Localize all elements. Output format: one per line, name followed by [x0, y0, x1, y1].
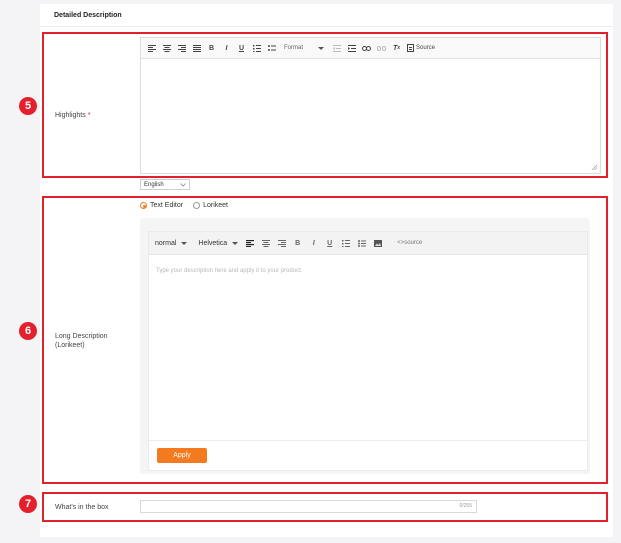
- editor-mode-selector: Text Editor Lorikeet: [140, 202, 228, 209]
- align-right-icon[interactable]: [277, 239, 286, 248]
- bold-icon[interactable]: B: [207, 44, 216, 53]
- long-description-label: Long Description (Lorikeet): [55, 333, 108, 349]
- language-select[interactable]: English: [140, 179, 190, 190]
- italic-icon[interactable]: I: [309, 239, 318, 248]
- source-toggle[interactable]: <>source: [397, 240, 422, 246]
- align-left-icon[interactable]: [245, 239, 254, 248]
- whats-in-box-input[interactable]: 0/255: [140, 500, 477, 513]
- image-icon[interactable]: [373, 239, 382, 248]
- size-select[interactable]: normal: [155, 239, 188, 247]
- source-label: Source: [416, 45, 436, 51]
- format-select-label: Format: [284, 45, 304, 51]
- radio-unchecked-icon: [193, 202, 201, 209]
- font-select[interactable]: Helvetica: [198, 239, 239, 247]
- language-value: English: [144, 181, 164, 188]
- highlights-label-text: Highlights: [55, 112, 86, 119]
- highlights-toolbar: B I U Format Tx Source: [141, 38, 600, 59]
- bullet-list-icon[interactable]: [357, 239, 366, 248]
- align-center-icon[interactable]: [162, 44, 171, 53]
- lorikeet-editor[interactable]: normal Helvetica B I U <>source Type you…: [148, 231, 588, 471]
- required-mark: *: [87, 112, 91, 119]
- numbered-list-icon[interactable]: [252, 44, 261, 53]
- align-left-icon[interactable]: [147, 44, 156, 53]
- bullet-list-icon[interactable]: [267, 44, 276, 53]
- numbered-list-icon[interactable]: [341, 239, 350, 248]
- chevron-down-icon: [180, 182, 186, 187]
- apply-button[interactable]: Apply: [157, 448, 207, 463]
- whats-in-box-label: What's in the box: [55, 504, 109, 511]
- italic-icon[interactable]: I: [222, 44, 231, 53]
- radio-lorikeet-label: Lorikeet: [203, 202, 228, 209]
- underline-icon[interactable]: U: [325, 239, 334, 248]
- chevron-down-icon: [181, 241, 188, 245]
- radio-text-editor-label: Text Editor: [150, 202, 184, 209]
- align-justify-icon[interactable]: [192, 44, 201, 53]
- step-badge-6: 6: [19, 322, 37, 340]
- section-title: Detailed Description: [54, 12, 122, 19]
- chevron-down-icon: [318, 47, 324, 50]
- bold-icon[interactable]: B: [293, 239, 302, 248]
- font-select-value: Helvetica: [198, 239, 228, 247]
- radio-lorikeet[interactable]: Lorikeet: [193, 202, 228, 209]
- char-counter: 0/255: [459, 503, 472, 509]
- editor-footer-divider: [149, 440, 587, 441]
- format-select[interactable]: Format: [282, 45, 326, 51]
- lorikeet-toolbar: normal Helvetica B I U <>source: [149, 232, 587, 255]
- radio-text-editor[interactable]: Text Editor: [140, 202, 183, 209]
- source-button[interactable]: Source: [407, 44, 435, 52]
- underline-icon[interactable]: U: [237, 44, 246, 53]
- indent-icon[interactable]: [347, 44, 356, 53]
- size-select-value: normal: [155, 239, 177, 247]
- radio-checked-icon: [140, 202, 147, 209]
- chevron-down-icon: [232, 241, 239, 245]
- step-badge-7: 7: [19, 495, 37, 513]
- step-badge-5: 5: [19, 97, 37, 115]
- align-right-icon[interactable]: [177, 44, 186, 53]
- source-doc-icon: [407, 44, 414, 52]
- outdent-icon[interactable]: [332, 44, 341, 53]
- header-divider: [40, 26, 613, 27]
- description-placeholder: Type your description here and apply it …: [156, 268, 303, 274]
- clear-format-icon[interactable]: Tx: [392, 44, 401, 53]
- highlights-editor[interactable]: B I U Format Tx Source: [140, 37, 601, 174]
- resize-grip-icon[interactable]: [591, 164, 597, 170]
- align-center-icon[interactable]: [261, 239, 270, 248]
- link-icon[interactable]: [362, 44, 371, 53]
- highlights-label: Highlights *: [55, 111, 90, 120]
- unlink-icon[interactable]: [377, 44, 386, 53]
